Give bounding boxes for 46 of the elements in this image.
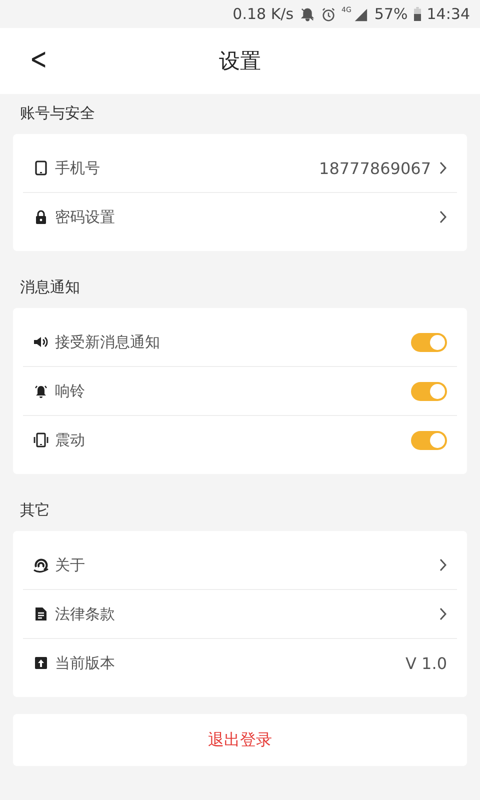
chevron-right-icon (439, 607, 447, 621)
row-value: 18777869067 (319, 158, 431, 178)
lock-icon (33, 209, 49, 225)
section-title: 其它 (19, 500, 51, 520)
network-speed: 0.18 K/s (232, 5, 294, 23)
phone-icon (33, 160, 49, 176)
battery-percent: 57% (374, 5, 408, 23)
clock: 14:34 (426, 5, 470, 23)
settings-row[interactable]: 响铃 (23, 367, 457, 416)
speaker-icon (33, 334, 49, 350)
page-title: 设置 (219, 48, 261, 75)
swirl-logo-icon (33, 557, 49, 573)
toggle-switch[interactable] (411, 430, 447, 450)
document-icon (33, 606, 49, 622)
toggle-switch[interactable] (411, 382, 447, 400)
chevron-right-icon (439, 558, 447, 572)
settings-row[interactable]: 关于 (23, 541, 457, 590)
row-label: 法律条款 (55, 604, 115, 624)
row-label: 响铃 (55, 382, 85, 400)
settings-row[interactable]: 法律条款 (23, 590, 457, 639)
back-button[interactable]: < (26, 42, 52, 77)
chevron-right-icon (439, 210, 447, 224)
battery-icon (414, 7, 421, 21)
logout-button[interactable]: 退出登录 (13, 714, 467, 766)
bell-icon (33, 383, 49, 399)
muted-bell-icon (300, 6, 315, 22)
chevron-right-icon (439, 161, 447, 175)
alarm-icon (320, 6, 336, 22)
settings-row[interactable]: 密码设置 (23, 193, 457, 241)
row-label: 密码设置 (55, 208, 115, 226)
signal-icon (353, 6, 368, 22)
settings-row[interactable]: 接受新消息通知 (23, 318, 457, 367)
row-value: V 1.0 (406, 654, 447, 672)
section-title: 消息通知 (19, 276, 81, 298)
toggle-switch[interactable] (411, 332, 447, 352)
row-label: 接受新消息通知 (55, 332, 160, 352)
row-label: 当前版本 (55, 654, 115, 672)
upload-icon (33, 655, 49, 671)
settings-row[interactable]: 手机号 18777869067 (23, 144, 457, 193)
row-label: 震动 (55, 430, 85, 450)
row-label: 手机号 (55, 158, 100, 178)
settings-row[interactable]: 当前版本 V 1.0 (23, 639, 457, 687)
settings-row[interactable]: 震动 (23, 416, 457, 464)
vibrate-icon (33, 432, 49, 448)
row-label: 关于 (55, 556, 85, 574)
section-title: 账号与安全 (19, 102, 96, 124)
